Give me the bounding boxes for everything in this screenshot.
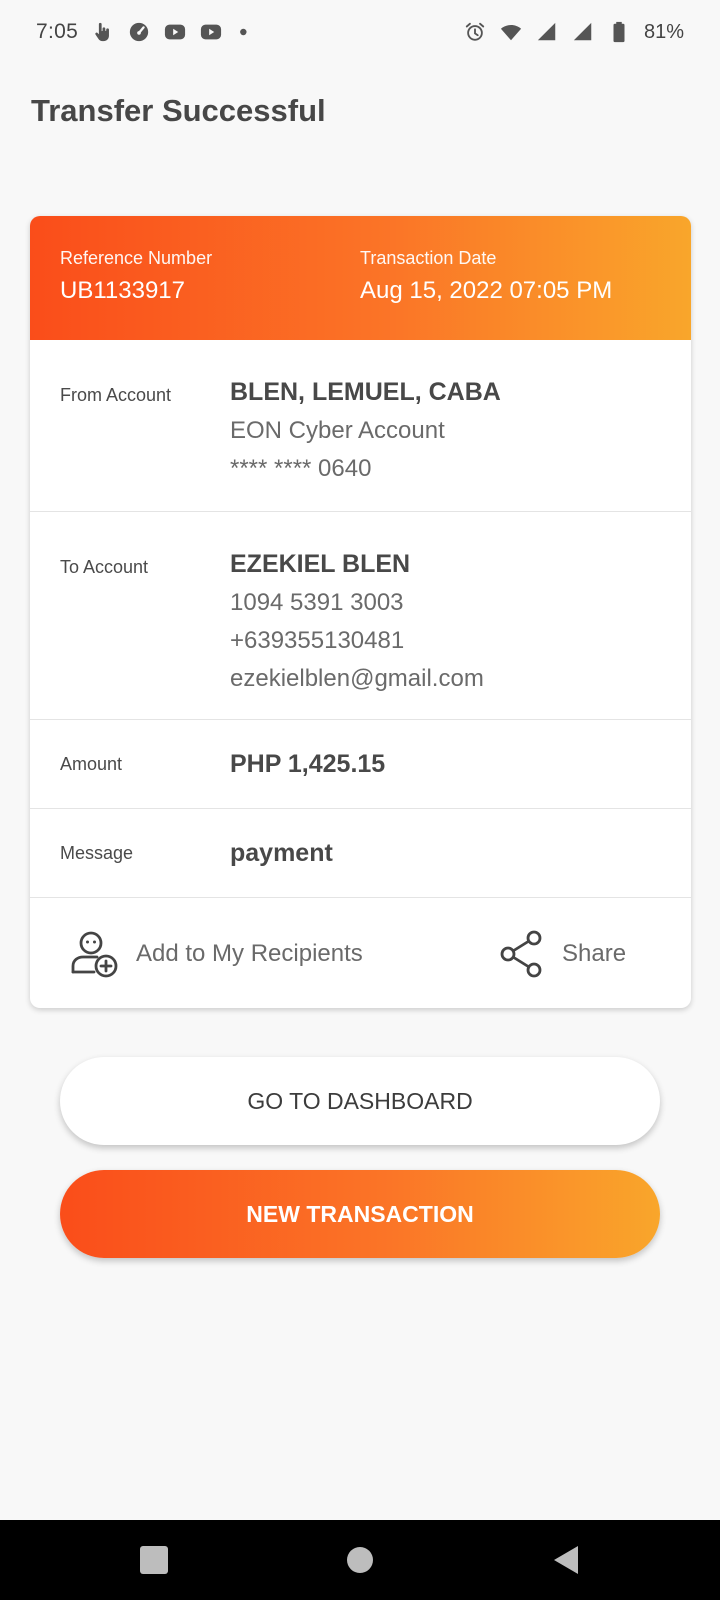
- home-icon[interactable]: [344, 1544, 376, 1576]
- to-account-label: To Account: [60, 557, 149, 577]
- from-account-row: From Account BLEN, LEMUEL, CABA EON Cybe…: [30, 340, 691, 512]
- status-left: 7:05: [36, 20, 258, 44]
- from-account-values: BLEN, LEMUEL, CABA EON Cyber Account ***…: [230, 378, 691, 511]
- status-time: 7:05: [36, 20, 79, 43]
- message-label: Message: [60, 842, 134, 863]
- status-right: 81%: [464, 21, 684, 44]
- message-row: Message payment: [30, 809, 691, 898]
- to-account-row: To Account EZEKIEL BLEN 1094 5391 3003 +…: [30, 512, 691, 720]
- new-transaction-button[interactable]: NEW TRANSACTION: [60, 1170, 660, 1258]
- date-value: Aug 15, 2022 07:05 PM: [360, 277, 613, 304]
- battery-percentage: 81%: [643, 20, 684, 43]
- reference-label: Reference Number: [60, 248, 213, 268]
- message-value: payment: [230, 838, 333, 867]
- page-title: Transfer Successful: [31, 93, 326, 128]
- to-account-number: 1094 5391 3003: [230, 589, 404, 616]
- share-button[interactable]: Share: [496, 928, 626, 980]
- add-to-recipients-button[interactable]: Add to My Recipients: [70, 928, 363, 980]
- reference-block: Reference Number UB1133917: [60, 248, 212, 305]
- status-bar: 7:05 81%: [0, 0, 720, 64]
- navigation-bar: [0, 1520, 720, 1600]
- recents-icon[interactable]: [138, 1544, 170, 1576]
- to-account-email: ezekielblen@gmail.com: [230, 665, 484, 692]
- add-to-recipients-label: Add to My Recipients: [136, 940, 363, 967]
- transfer-details-card: Reference Number UB1133917 Transaction D…: [30, 216, 691, 1008]
- amount-values: PHP 1,425.15: [230, 750, 691, 779]
- to-account-name: EZEKIEL BLEN: [230, 550, 411, 578]
- go-to-dashboard-button[interactable]: GO TO DASHBOARD: [60, 1057, 660, 1145]
- card-header: Reference Number UB1133917 Transaction D…: [30, 216, 691, 340]
- to-account-values: EZEKIEL BLEN 1094 5391 3003 +63935513048…: [230, 550, 691, 719]
- date-label: Transaction Date: [360, 248, 497, 268]
- alarm-icon: [464, 21, 486, 43]
- back-icon[interactable]: [550, 1544, 582, 1576]
- youtube-icon: [164, 21, 186, 43]
- dot-icon: [236, 21, 258, 43]
- from-account-name: BLEN, LEMUEL, CABA: [230, 378, 501, 406]
- signal-icon: [536, 21, 558, 43]
- youtube-icon: [200, 21, 222, 43]
- from-account-number: **** **** 0640: [230, 455, 372, 482]
- from-account-type: EON Cyber Account: [230, 417, 445, 444]
- date-block: Transaction Date Aug 15, 2022 07:05 PM: [360, 248, 612, 305]
- reference-value: UB1133917: [60, 277, 185, 304]
- battery-icon: [608, 21, 630, 43]
- add-user-icon: [71, 931, 118, 978]
- touch-icon: [92, 21, 114, 43]
- signal-icon: [572, 21, 594, 43]
- amount-row: Amount PHP 1,425.15: [30, 720, 691, 809]
- from-account-label: From Account: [60, 385, 172, 405]
- amount-label: Amount: [60, 753, 123, 774]
- amount-value: PHP 1,425.15: [230, 749, 386, 778]
- speedometer-icon: [128, 21, 150, 43]
- share-label: Share: [562, 940, 627, 967]
- to-account-phone: +639355130481: [230, 627, 405, 654]
- message-values: payment: [230, 839, 691, 868]
- share-icon: [500, 930, 542, 978]
- card-actions: Add to My Recipients Share: [30, 898, 691, 1008]
- wifi-icon: [500, 21, 522, 43]
